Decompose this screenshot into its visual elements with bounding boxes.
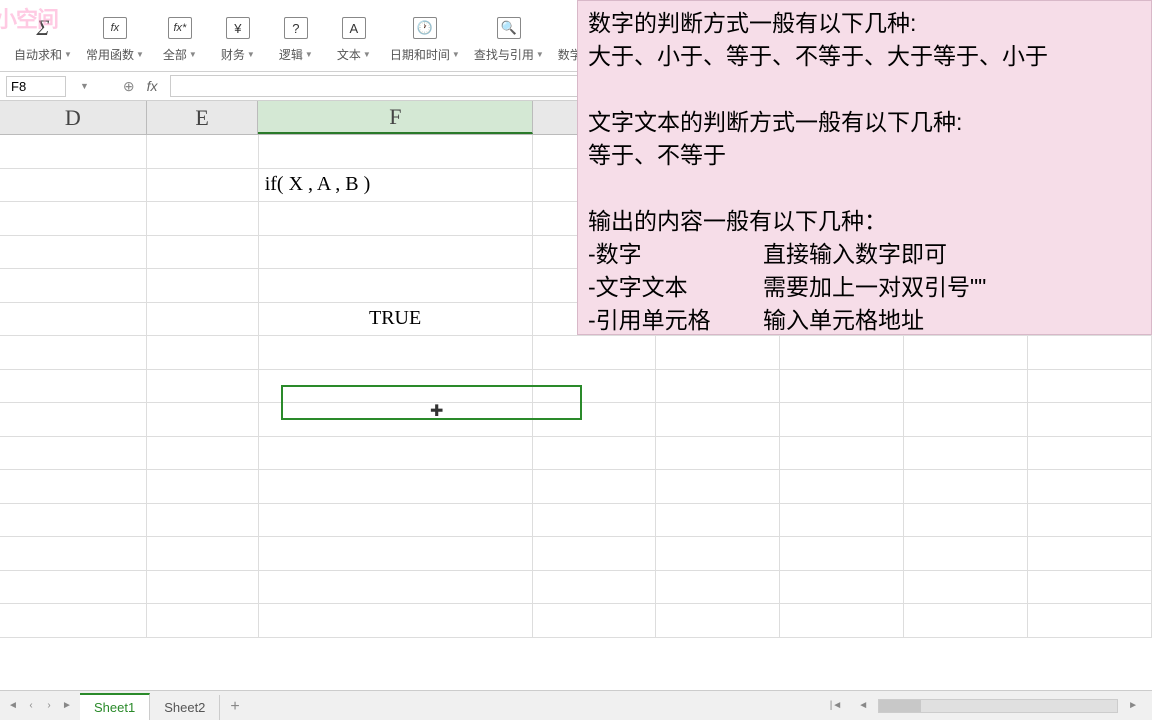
annotation-overlay: 数字的判断方式一般有以下几种: 大于、小于、等于、不等于、大于等于、小于 文字文… <box>577 0 1152 335</box>
col-header-d[interactable]: D <box>0 101 147 134</box>
cell-f3[interactable]: if( X , A , B ) <box>259 169 533 203</box>
add-sheet-button[interactable]: + <box>220 694 249 720</box>
lookup-button[interactable]: 🔍 查找与引用▼ <box>468 8 550 67</box>
zoom-icon[interactable]: ⊕ <box>123 78 135 95</box>
common-functions-button[interactable]: fx 常用函数▼ <box>80 8 150 67</box>
horizontal-scrollbar[interactable] <box>878 699 1118 713</box>
fx-star-icon: fx* <box>164 12 196 44</box>
clock-icon: 🕐 <box>409 12 441 44</box>
fx-icon: fx <box>99 12 131 44</box>
cell-f8-selected[interactable] <box>259 370 533 404</box>
col-header-e[interactable]: E <box>147 101 259 134</box>
sheet-tab-2[interactable]: Sheet2 <box>150 695 220 720</box>
fx-label: fx <box>147 78 158 94</box>
cell-f6[interactable]: TRUE <box>259 303 533 337</box>
nav-first-icon[interactable]: ◄ <box>4 696 22 716</box>
hscroll-next-icon[interactable]: ► <box>1122 700 1144 711</box>
chevron-down-icon[interactable]: ▼ <box>74 81 95 91</box>
nav-next-icon[interactable]: › <box>40 696 58 716</box>
text-button[interactable]: A 文本▼ <box>326 8 382 67</box>
lookup-icon: 🔍 <box>493 12 525 44</box>
datetime-button[interactable]: 🕐 日期和时间▼ <box>384 8 466 67</box>
all-functions-button[interactable]: fx* 全部▼ <box>152 8 208 67</box>
chevron-down-icon: ▼ <box>64 50 72 59</box>
currency-icon: ¥ <box>222 12 254 44</box>
financial-button[interactable]: ¥ 财务▼ <box>210 8 266 67</box>
nav-prev-icon[interactable]: ‹ <box>22 696 40 716</box>
col-header-f[interactable]: F <box>258 101 533 134</box>
sheet-tab-bar: ◄ ‹ › ► Sheet1 Sheet2 + |◄ ◄ ► <box>0 690 1152 720</box>
nav-last-icon[interactable]: ► <box>58 696 76 716</box>
watermark: 小空间 <box>0 2 58 34</box>
hscroll-prev-icon[interactable]: ◄ <box>852 700 874 711</box>
question-icon: ? <box>280 12 312 44</box>
sheet-tab-1[interactable]: Sheet1 <box>80 693 150 720</box>
logical-button[interactable]: ? 逻辑▼ <box>268 8 324 67</box>
cell-reference-input[interactable] <box>6 76 66 97</box>
hscroll-first-icon[interactable]: |◄ <box>824 700 849 711</box>
text-icon: A <box>338 12 370 44</box>
